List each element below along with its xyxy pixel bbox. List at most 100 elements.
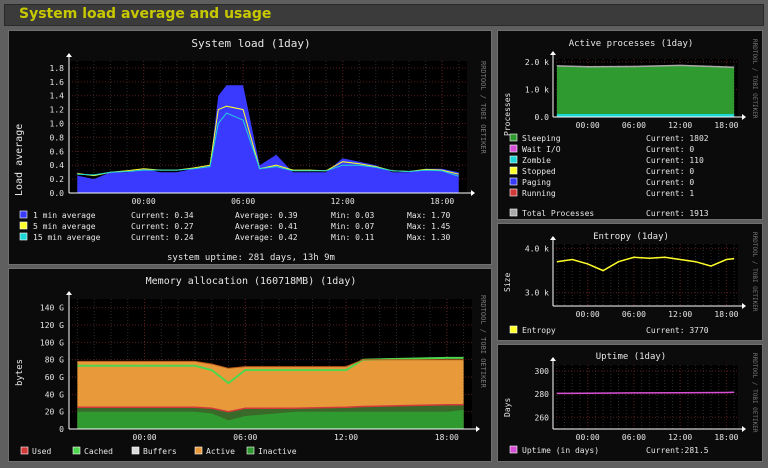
load-legend-max: Max: 1.70 [407,211,451,220]
memory-legend-swatch [72,446,81,455]
entropy-x-tick-label: 12:00 [668,310,692,319]
uptime-legend-current: Current:281.5 [646,446,709,455]
page-titlebar: System load average and usage [4,4,764,26]
x-axis-arrow [742,114,746,120]
entropy-x-tick-label: 18:00 [714,310,738,319]
memory-graph-panel[interactable]: Memory allocation (160718MB) (1day) byte… [8,268,492,462]
entropy-x-tick-label: 00:00 [576,310,600,319]
page-title: System load average and usage [19,6,272,22]
x-axis-arrow [471,190,475,196]
entropy-legend: Entropy Current: 3770 [509,325,709,335]
load-legend-min: Min: 0.07 [331,222,375,231]
memory-legend-label: Buffers [143,447,177,456]
memory-y-axis-label: bytes [15,359,25,386]
processes-graph-panel[interactable]: Active processes (1day) Processes RRDTOO… [497,30,763,220]
processes-legend-label: Zombie [522,156,551,165]
entropy-chart-title: Entropy (1day) [593,232,669,242]
processes-legend-swatch [509,155,518,164]
memory-legend: Used Cached Buffers Active Inactive [20,446,297,456]
processes-chart-title: Active processes (1day) [569,39,694,49]
x-axis-arrow [476,426,480,432]
uptime-y-tick-label: 280 [535,390,550,399]
uptime-chart: Uptime (1day) Days RRDTOOL / TOBI OETIKE… [503,352,758,455]
load-y-tick-label: 1.6 [50,78,65,87]
memory-legend-swatch [131,446,140,455]
memory-x-tick-label: 00:00 [133,433,157,442]
processes-legend-label: Paging [522,178,551,187]
load-y-tick-label: 0.4 [50,161,65,170]
memory-y-tick-label: 20 G [45,408,64,417]
load-chart-title: System load (1day) [191,37,310,50]
load-legend-swatch [19,232,28,241]
processes-y-axis-label: Processes [503,92,512,136]
uptime-x-tick-label: 06:00 [622,433,646,442]
load-legend-average: Average: 0.39 [235,211,298,220]
entropy-legend-label: Entropy [522,326,556,335]
entropy-y-tick-label: 3.0 k [525,289,549,298]
processes-legend-label: Wait I/O [522,145,561,154]
load-chart: System load (1day) Load average RRDTOOL … [14,37,487,263]
processes-chart: Active processes (1day) Processes RRDTOO… [503,39,758,218]
load-y-tick-label: 0.8 [50,133,65,142]
processes-watermark: RRDTOOL / TOBI OETIKER [751,39,758,119]
y-axis-arrow [66,53,72,57]
load-legend-min: Min: 0.11 [331,233,375,242]
processes-legend-label: Running [522,189,556,198]
processes-legend-current: Current: 0 [646,178,694,187]
processes-sleeping-area [556,65,735,117]
memory-legend-swatch [246,446,255,455]
memory-chart-title: Memory allocation (160718MB) (1day) [146,276,357,287]
memory-legend-swatch [194,446,203,455]
uptime-graph-panel[interactable]: Uptime (1day) Days RRDTOOL / TOBI OETIKE… [497,344,763,462]
uptime-y-axis-label: Days [503,398,512,417]
memory-y-tick-label: 80 G [45,356,64,365]
load-legend-current: Current: 0.24 [131,233,194,242]
processes-x-tick-label: 00:00 [576,121,600,130]
memory-y-tick-label: 60 G [45,373,64,382]
load-legend-average: Average: 0.41 [235,222,298,231]
memory-x-tick-label: 18:00 [435,433,459,442]
processes-legend-current: Current: 0 [646,167,694,176]
uptime-chart-title: Uptime (1day) [596,352,666,362]
load-x-tick-label: 12:00 [331,197,355,206]
processes-y-tick-label: 2.0 k [525,58,549,67]
load-y-axis-label: Load average [14,124,25,196]
y-axis-arrow [550,357,556,361]
memory-legend-label: Active [206,447,235,456]
load-y-tick-label: 0.0 [50,189,65,198]
load-x-tick-label: 00:00 [132,197,156,206]
load-legend-label: 1 min average [33,211,96,220]
load-legend-current: Current: 0.34 [131,211,194,220]
uptime-watermark: RRDTOOL / TOBI OETIKER [751,353,758,433]
processes-legend-swatch [509,133,518,142]
processes-total-swatch [509,208,518,217]
load-y-tick-label: 0.6 [50,147,65,156]
processes-y-tick-label: 0.0 [535,113,550,122]
processes-legend-current: Current: 0 [646,145,694,154]
uptime-legend: Uptime (in days) Current:281.5 [509,445,709,455]
memory-y-tick-label: 120 G [40,321,64,330]
memory-legend-label: Cached [84,447,113,456]
load-graph-panel[interactable]: System load (1day) Load average RRDTOOL … [8,30,492,265]
plot-background [553,244,738,306]
entropy-y-tick-label: 4.0 k [525,244,549,253]
load-y-tick-label: 0.2 [50,175,65,184]
load-legend-swatch [19,221,28,230]
processes-total-current: Current: 1913 [646,209,709,218]
processes-legend-label: Stopped [522,167,556,176]
load-legend-swatch [19,210,28,219]
uptime-y-tick-label: 300 [535,367,550,376]
load-legend-current: Current: 0.27 [131,222,194,231]
y-axis-arrow [550,51,556,55]
entropy-graph-panel[interactable]: Entropy (1day) Size RRDTOOL / TOBI OETIK… [497,223,763,341]
entropy-chart: Entropy (1day) Size RRDTOOL / TOBI OETIK… [503,232,758,335]
processes-legend-label: Sleeping [522,134,561,143]
processes-legend-swatch [509,177,518,186]
processes-legend-swatch [509,166,518,175]
memory-legend-label: Used [32,447,51,456]
processes-total-label: Total Processes [522,209,594,218]
uptime-legend-label: Uptime (in days) [522,446,599,455]
processes-y-tick-label: 1.0 k [525,85,549,94]
load-y-tick-label: 1.0 [50,120,65,129]
processes-plot-area [556,64,735,117]
